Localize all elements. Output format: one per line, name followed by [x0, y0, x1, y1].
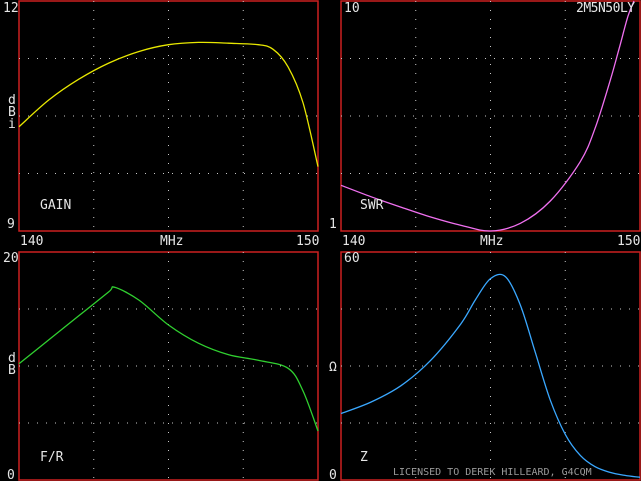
swr-y-max-label: 10 [344, 1, 360, 16]
fr-series-label: F/R [40, 450, 64, 465]
fr-y-axis-label: dB [8, 351, 16, 378]
z-y-axis-label: Ω [329, 360, 337, 375]
swr-y-min-label: 1 [329, 217, 337, 232]
antenna-plot-screen: 12 9 dBi GAIN 140 MHz 150 10 1 SWR 140 M… [0, 0, 641, 481]
z-y-max-label: 60 [344, 251, 360, 266]
swr-x-max-label: 150 [617, 234, 640, 249]
gain-y-max-label: 12 [3, 1, 19, 16]
fr-y-min-label: 0 [7, 468, 15, 481]
gain-x-max-label: 150 [296, 234, 319, 249]
swr-x-unit-label: MHz [480, 234, 503, 249]
z-y-min-label: 0 [329, 468, 337, 481]
swr-x-min-label: 140 [342, 234, 365, 249]
z-series-label: Z [360, 450, 368, 465]
gain-x-min-label: 140 [20, 234, 43, 249]
fr-y-max-label: 20 [3, 251, 19, 266]
license-footer-text: LICENSED TO DEREK HILLEARD, G4CQM [393, 467, 592, 478]
swr-series-label: SWR [360, 198, 384, 213]
gain-y-min-label: 9 [7, 217, 15, 232]
antenna-callsign-label: 2M5N50LY [576, 1, 635, 16]
screen-background [0, 0, 641, 481]
gain-x-unit-label: MHz [160, 234, 183, 249]
gain-y-axis-label: dBi [8, 93, 16, 132]
gain-series-label: GAIN [40, 198, 71, 213]
